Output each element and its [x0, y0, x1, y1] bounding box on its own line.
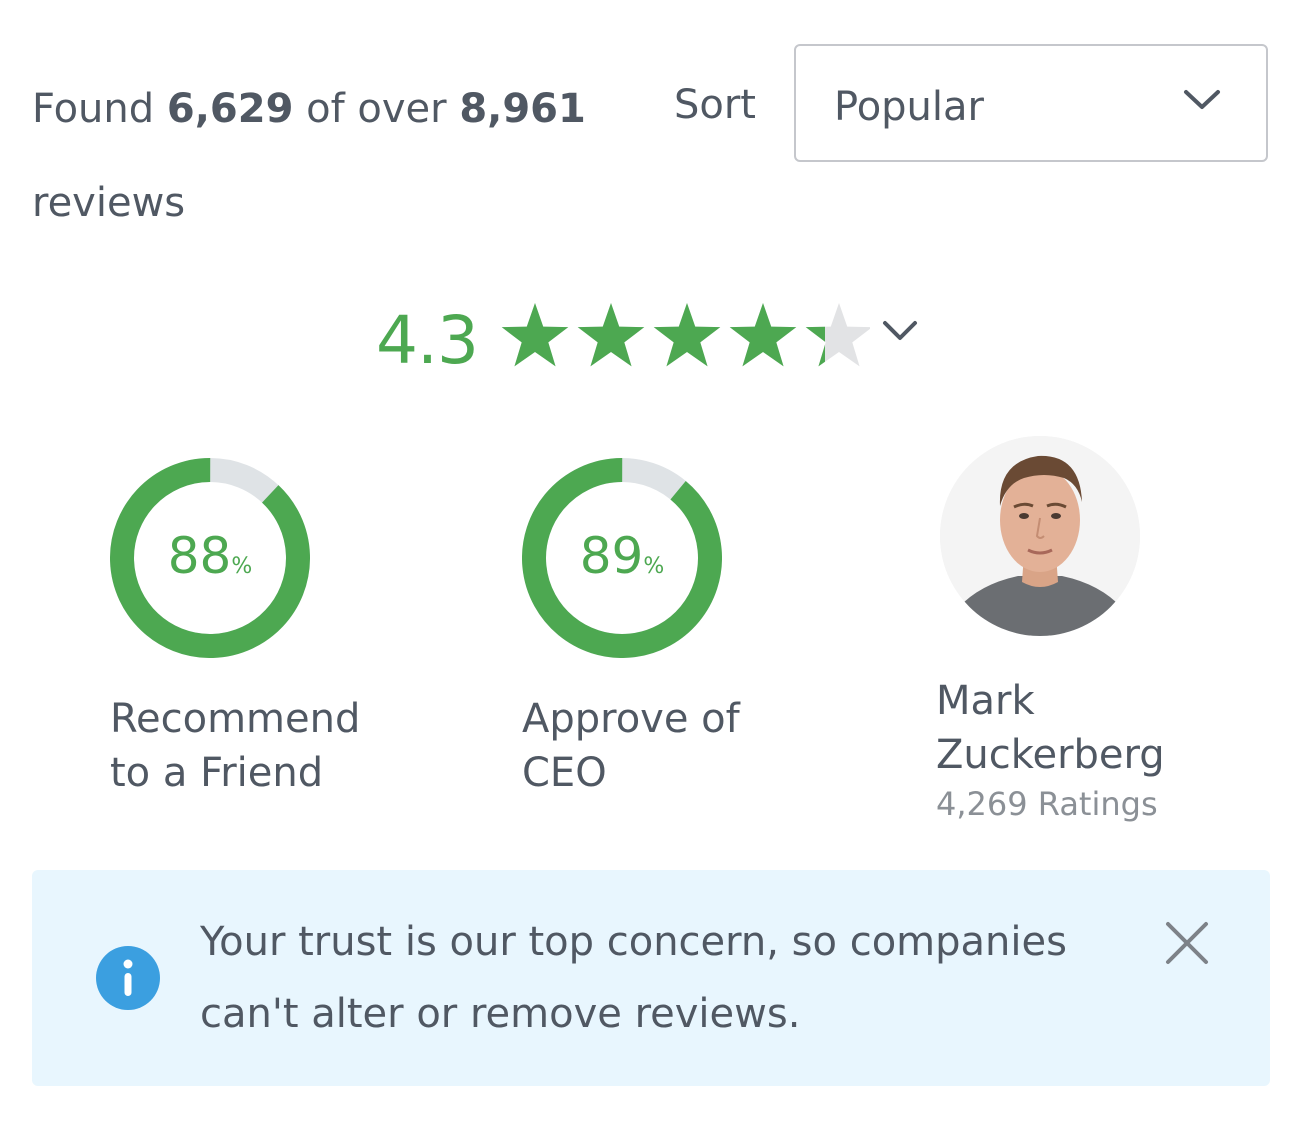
rating-expand-chevron-icon[interactable] — [882, 320, 918, 342]
found-mid: of over — [306, 86, 447, 132]
found-count: 6,629 — [166, 86, 294, 132]
total-count: 8,961 — [459, 86, 586, 132]
trust-notice-text: Your trust is our top concern, so compan… — [200, 919, 1067, 1037]
star-filled-4 — [729, 303, 797, 367]
ceo-approval-label: Approve of CEO — [522, 696, 740, 796]
ceo-name: Mark Zuckerberg — [936, 678, 1165, 778]
ceo-approval-percent: 89% — [579, 527, 665, 585]
ceo-approval-stat: 89% Approve of CEO — [522, 458, 842, 818]
info-icon — [96, 946, 160, 1010]
rating-value: 4.3 — [376, 302, 479, 379]
star-filled-2 — [577, 303, 645, 367]
found-suffix: reviews — [32, 180, 186, 226]
sort-selected-value: Popular — [834, 84, 984, 130]
star-filled-1 — [501, 303, 569, 367]
chevron-down-icon — [1184, 90, 1220, 109]
close-icon[interactable] — [1164, 920, 1210, 966]
sort-label: Sort — [674, 82, 756, 128]
review-count-summary: Found 6,629 of over 8,961 reviews — [32, 62, 592, 250]
recommend-stat: 88% Recommend to a Friend — [110, 458, 430, 818]
sort-dropdown[interactable]: Popular — [794, 44, 1268, 162]
ceo-ratings-count: 4,269 Ratings — [936, 785, 1158, 823]
star-empty-5 — [805, 303, 870, 367]
found-prefix: Found — [32, 86, 155, 132]
star-filled-3 — [653, 303, 721, 367]
ceo-avatar — [940, 436, 1140, 636]
recommend-percent: 88% — [167, 527, 253, 585]
recommend-label: Recommend to a Friend — [110, 696, 361, 796]
star-rating — [501, 303, 870, 367]
trust-notice-banner: Your trust is our top concern, so compan… — [32, 870, 1270, 1086]
